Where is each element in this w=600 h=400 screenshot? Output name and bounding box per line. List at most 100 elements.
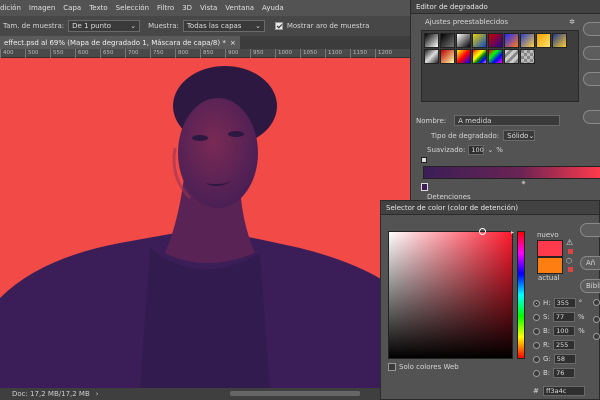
menu-image[interactable]: Imagen [29,4,55,12]
preset-swatch[interactable] [520,33,535,48]
add-swatch-button[interactable]: Añ [580,256,600,270]
ruler-tick: 600 [75,49,100,58]
ruler-tick: 950 [250,49,275,58]
type-select[interactable]: Sólido ⌄ [503,130,536,141]
midpoint-diamond[interactable] [521,180,526,185]
smoothness-input[interactable]: 100 [468,145,485,155]
status-arrow-icon[interactable]: › [96,390,99,398]
gradient-bar[interactable] [423,166,600,179]
menu-layer[interactable]: Capa [63,4,81,12]
preset-swatch[interactable] [472,33,487,48]
close-icon[interactable]: × [230,39,236,47]
preset-swatch[interactable] [552,33,567,48]
color-picker-title-bar: Selector de color (color de detención) [381,201,599,215]
preset-swatch[interactable] [456,49,471,64]
presets-header: Ajustes preestablecidos ✲ [425,18,575,28]
sample-value: Todas las capas [186,22,242,30]
brightness-input[interactable]: 100 [553,326,576,336]
preset-swatch[interactable] [424,33,439,48]
red-input[interactable]: 255 [553,340,576,350]
ok-button[interactable] [580,223,600,237]
ruler-tick: 850 [200,49,225,58]
lab-b-radio[interactable] [593,333,600,340]
lab-radios-column [593,299,600,340]
cube-icon[interactable]: ⬡ [566,257,572,265]
name-input[interactable]: A medida [454,115,561,126]
red-radio[interactable] [533,341,540,349]
smoothness-row: Suavizado: 100 ⌄ % [427,145,503,155]
brightness-radio[interactable] [533,327,540,335]
menu-window[interactable]: Ventana [225,4,254,12]
gear-icon[interactable]: ✲ [569,18,575,28]
warning-icon[interactable]: ⚠ [566,238,573,247]
hue-slider[interactable] [517,231,525,359]
blue-label: B: [543,369,551,377]
menu-help[interactable]: Ayuda [262,4,284,12]
current-label: actual [538,274,560,282]
preset-swatch[interactable] [504,49,519,64]
red-label: R: [543,341,551,349]
blue-input[interactable]: 76 [553,368,576,378]
cancel-button[interactable] [583,46,600,60]
opacity-stop-left[interactable] [421,157,427,163]
document-tab[interactable]: effect.psd al 69% (Mapa de degradado 1, … [0,36,240,49]
preset-swatch[interactable] [440,49,455,64]
document-tab-bar: effect.psd al 69% (Mapa de degradado 1, … [0,36,410,49]
name-label: Nombre: [416,116,447,125]
saturation-radio[interactable] [533,313,540,321]
hue-slider-arrow-icon[interactable]: ▸ [511,229,514,236]
ruler-tick: 750 [150,49,175,58]
menu-type[interactable]: Texto [89,4,107,12]
preset-swatch[interactable] [536,33,551,48]
lab-l-radio[interactable] [593,299,600,306]
green-input[interactable]: 58 [553,354,576,364]
blue-radio[interactable] [533,369,540,377]
libraries-button[interactable]: Biblio [580,279,600,293]
preset-swatch[interactable] [488,49,503,64]
menu-filter[interactable]: Filtro [157,4,174,12]
current-color-swatch[interactable] [537,257,563,274]
saturation-label: S: [543,313,550,321]
web-color-swatch[interactable] [568,267,573,272]
menu-3d[interactable]: 3D [182,4,192,12]
hue-radio[interactable] [533,299,540,307]
preset-swatch[interactable] [504,33,519,48]
preset-swatch[interactable] [520,49,535,64]
blue-field-row: B: 76 [533,367,585,379]
presets-row-2 [424,49,576,64]
new-label: nuevo [537,231,559,239]
web-only-checkbox[interactable] [388,363,396,371]
preset-swatch[interactable] [456,33,471,48]
load-button[interactable] [583,72,600,86]
horizontal-scrollbar[interactable] [230,391,360,396]
color-field-marker[interactable] [479,228,486,235]
saturation-input[interactable]: 77 [552,312,575,322]
preset-swatch[interactable] [472,49,487,64]
chevron-down-icon[interactable]: ⌄ [487,146,493,154]
ok-button[interactable] [583,22,600,36]
gamut-swatch[interactable] [568,249,573,254]
sample-size-select[interactable]: De 1 punto ⌄ [68,20,141,32]
ruler-tick: 700 [125,49,150,58]
image-canvas[interactable] [0,58,410,388]
hue-input[interactable]: 355 [553,298,576,308]
green-radio[interactable] [533,355,540,363]
show-ring-checkbox[interactable] [274,22,283,30]
color-stop-left[interactable] [421,183,428,191]
lab-a-radio[interactable] [593,316,600,323]
menu-select[interactable]: Selección [116,4,149,12]
ruler-tick: 500 [25,49,50,58]
saturation-brightness-field[interactable] [388,231,513,359]
hex-input[interactable]: ff3a4c [543,386,585,396]
new-button[interactable] [583,110,600,124]
preset-swatch[interactable] [440,33,455,48]
menu-edit[interactable]: dición [0,4,21,12]
preset-swatch[interactable] [488,33,503,48]
menu-view[interactable]: Vista [200,4,217,12]
horizontal-ruler: 400 500 550 600 650 700 750 800 850 900 950 1000 105… [0,49,410,58]
sample-select[interactable]: Todas las capas ⌄ [182,20,265,32]
color-picker-dialog: Selector de color (color de detención) ▸… [380,200,600,400]
sample-label: Muestra: [148,22,179,30]
brightness-field-row: B: 100% [533,325,585,337]
preset-swatch[interactable] [424,49,439,64]
